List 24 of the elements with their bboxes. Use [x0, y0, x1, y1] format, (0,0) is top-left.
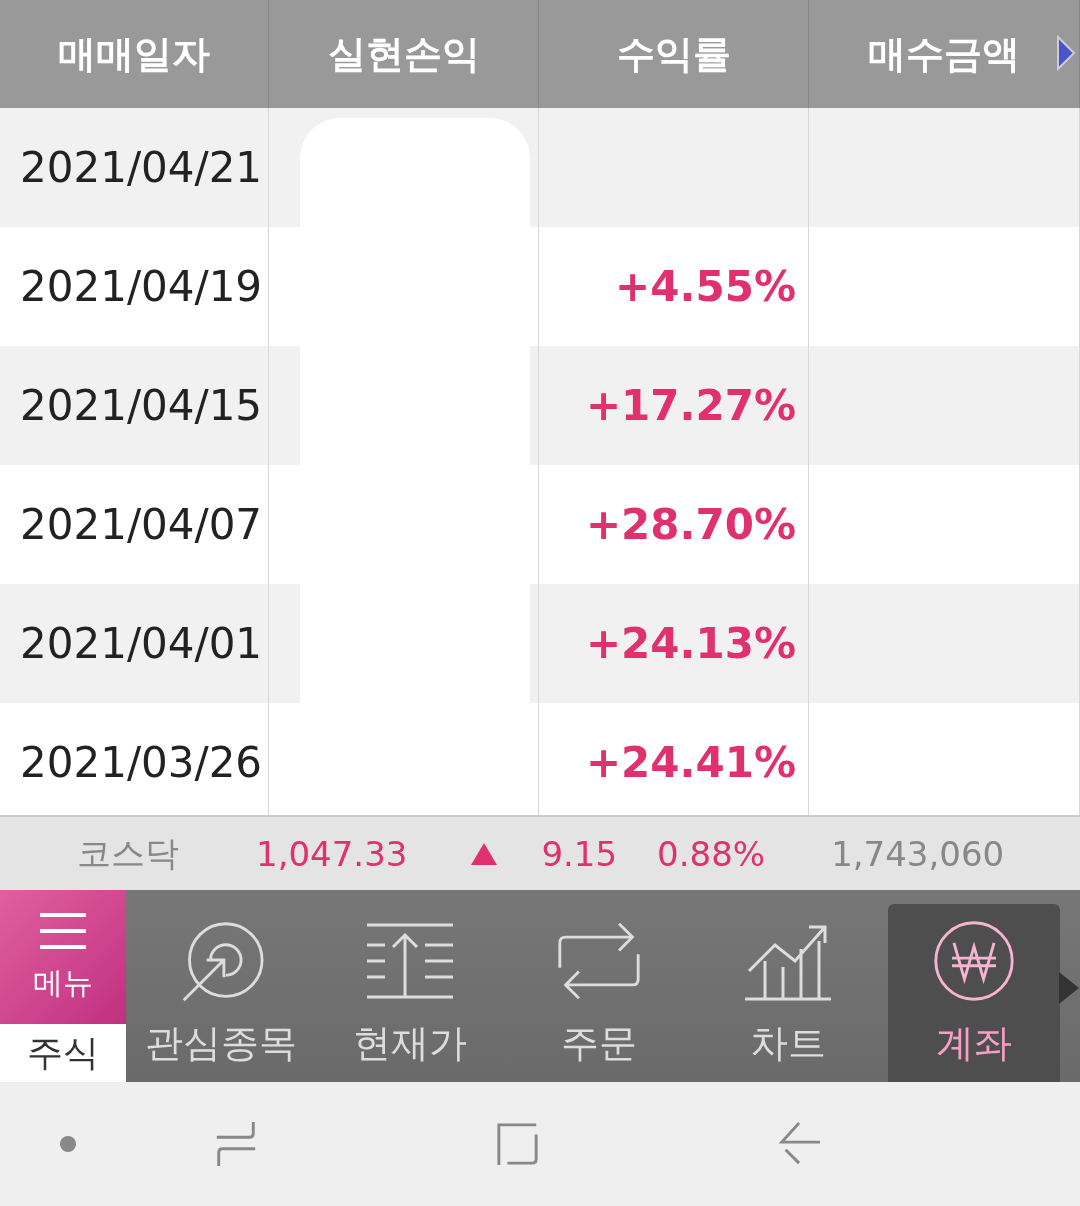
index-change: 9.15: [541, 833, 618, 874]
up-triangle-icon: [471, 842, 498, 865]
menu-button[interactable]: 메뉴: [0, 890, 126, 1024]
index-price: 1,047.33: [256, 833, 408, 874]
return-cell: +4.55%: [615, 262, 796, 311]
index-percent: 0.88%: [657, 833, 766, 874]
return-cell: +17.27%: [585, 381, 796, 430]
nav-tab[interactable]: 계좌: [888, 904, 1060, 1082]
index-volume: 1,743,060: [831, 833, 1005, 874]
nav-tab[interactable]: 현재가: [315, 904, 504, 1082]
scroll-right-icon[interactable]: [1056, 35, 1076, 71]
recent-apps-icon[interactable]: [214, 1120, 258, 1168]
nav-tab[interactable]: 주문: [504, 904, 693, 1082]
scroll-right-icon[interactable]: [1058, 970, 1080, 1006]
section-tab[interactable]: 주식: [0, 1024, 126, 1082]
nav-tab[interactable]: 차트: [693, 904, 882, 1082]
return-cell: +24.41%: [585, 738, 796, 787]
home-icon[interactable]: [496, 1120, 540, 1168]
return-cell: +28.70%: [585, 500, 796, 549]
menu-icon: [38, 910, 88, 951]
dot-icon[interactable]: [58, 1134, 78, 1154]
return-cell: +24.13%: [585, 619, 796, 668]
index-name: 코스닥: [76, 831, 180, 875]
nav-tab[interactable]: 관심종목: [126, 904, 315, 1082]
